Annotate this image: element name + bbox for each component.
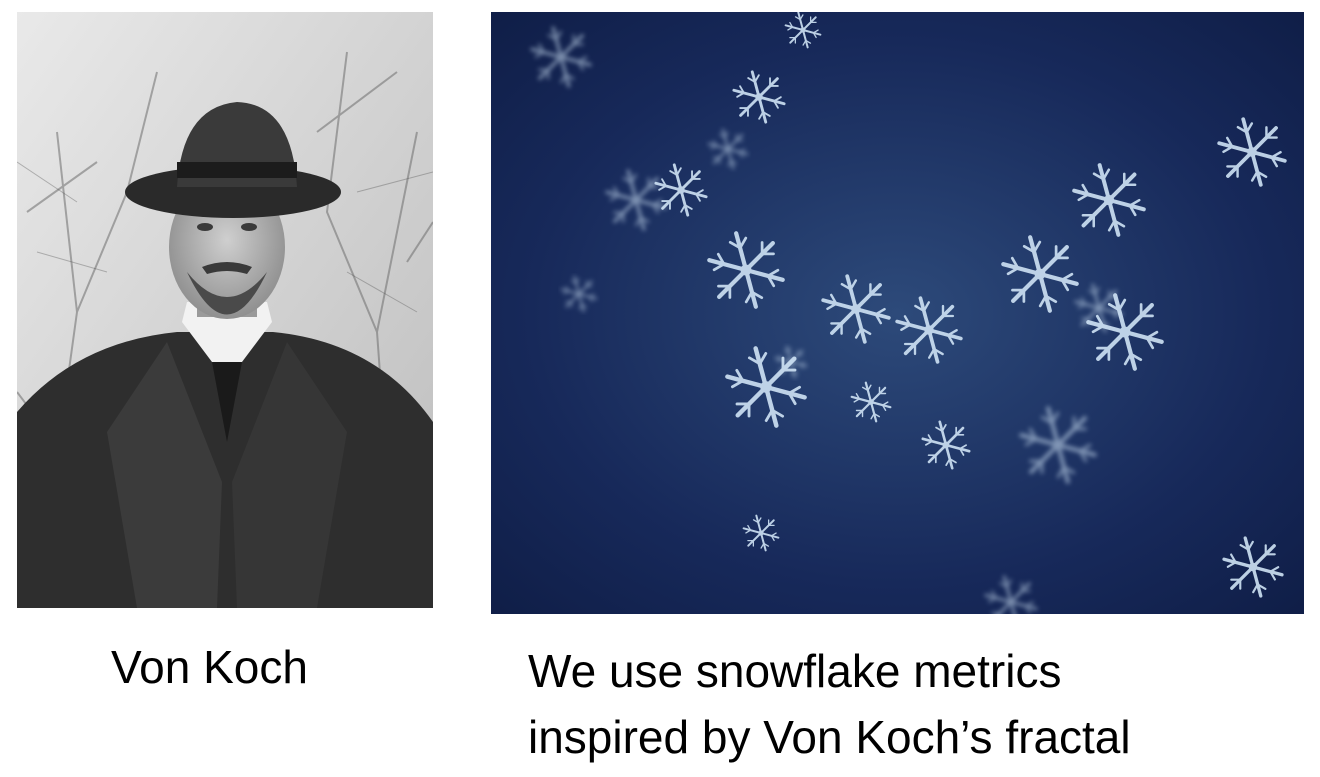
snowflake-icon [491,12,1304,614]
caption-line-1: We use snowflake metrics [528,645,1062,697]
caption-line-2: inspired by Von Koch’s fractal [528,711,1131,763]
caption-snowflake-metrics: We use snowflake metrics inspired by Von… [528,638,1308,770]
snowflake-photo [491,12,1304,614]
portrait-photo [17,12,433,608]
slide: Von Koch We use snowflake metrics inspir… [0,0,1320,777]
person-portrait-icon [17,12,433,608]
caption-von-koch: Von Koch [111,641,308,693]
